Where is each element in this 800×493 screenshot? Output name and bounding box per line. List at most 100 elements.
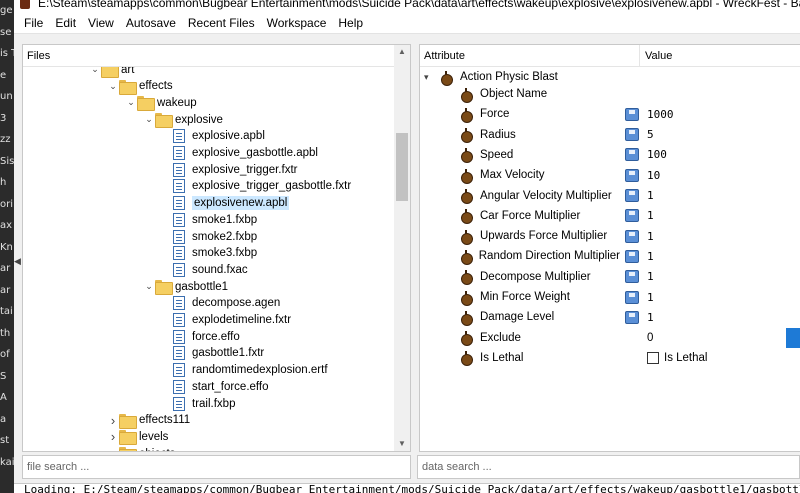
collapse-arrow-icon[interactable]: ◀ [14,256,21,267]
tree-folder-row[interactable]: › objects [23,445,395,451]
attribute-row[interactable]: Exclude 0 [420,327,800,348]
attribute-value[interactable]: 1000 [647,108,674,121]
attribute-value[interactable]: 1 [647,311,654,324]
attribute-row[interactable]: Decompose Multiplier 1 [420,267,800,287]
is-lethal-checkbox[interactable] [647,351,659,364]
file-icon [173,262,185,277]
attribute-row[interactable]: Speed 100 [420,145,800,165]
attribute-row[interactable]: Is Lethal Is Lethal [420,348,800,368]
tree-file-row[interactable]: start_force.effo [23,378,395,395]
scroll-up-arrow-icon[interactable]: ▲ [394,45,410,59]
attribute-row[interactable]: Min Force Weight 1 [420,287,800,307]
scroll-thumb[interactable] [396,133,408,201]
tree-folder-row[interactable]: ⌄ explosive [23,111,395,129]
attribute-value[interactable]: 1 [647,291,654,304]
chevron-down-icon[interactable]: ⌄ [89,67,101,78]
attribute-list: ▾ Action Physic Blast Object Name Force 10… [420,67,800,451]
chevron-down-icon[interactable]: ⌄ [107,78,119,95]
menu-recent-files[interactable]: Recent Files [182,16,261,30]
attribute-row[interactable]: Damage Level 1 [420,307,800,327]
file-search-input[interactable]: file search ... [22,455,411,479]
folder-icon [119,430,137,446]
files-scrollbar[interactable]: ▲ ▼ [394,45,410,451]
chevron-right-icon[interactable]: › [107,412,119,429]
attribute-value[interactable]: 1 [647,250,654,263]
tree-file-row[interactable]: explosivenew.apbl [23,195,395,212]
title-bar[interactable]: E:\Steam\steamapps\common\Bugbear Entert… [14,0,800,12]
tree-file-row[interactable]: smoke1.fxbp [23,211,395,228]
save-icon[interactable] [625,270,639,284]
tree-file-row[interactable]: decompose.agen [23,295,395,312]
tree-file-row[interactable]: explosive.apbl [23,128,395,145]
save-icon[interactable] [625,290,639,304]
menu-bar: File Edit View Autosave Recent Files Workspac… [14,12,800,34]
attribute-row[interactable]: Car Force Multiplier 1 [420,206,800,226]
tree-folder-row[interactable]: ⌄ art [23,67,395,78]
menu-workspace[interactable]: Workspace [261,16,333,30]
save-icon[interactable] [625,209,639,223]
attribute-value[interactable]: 1 [647,270,654,283]
exclude-edit-handle[interactable] [786,327,800,348]
tree-file-row[interactable]: gasbottle1.fxtr [23,345,395,362]
tree-file-row[interactable]: explosive_trigger_gasbottle.fxtr [23,178,395,195]
background-text-fragment: th [0,327,11,339]
tree-file-row[interactable]: force.effo [23,328,395,345]
attribute-value[interactable]: 10 [647,169,660,182]
save-icon[interactable] [625,249,639,263]
tree-file-row[interactable]: explosive_trigger.fxtr [23,161,395,178]
chevron-down-icon[interactable]: ▾ [420,72,434,83]
tree-folder-row[interactable]: ⌄ effects [23,78,395,95]
tree-folder-row[interactable]: ⌄ wakeup [23,94,395,112]
tree-folder-row[interactable]: ⌄ gasbottle1 [23,278,395,296]
save-icon[interactable] [625,189,639,202]
tree-file-row[interactable]: smoke3.fxbp [23,245,395,262]
attribute-value[interactable]: 100 [647,148,667,161]
tree-file-row[interactable]: explosive_gasbottle.apbl [23,145,395,162]
background-text-fragment: tai [0,306,13,317]
menu-autosave[interactable]: Autosave [120,16,182,30]
scroll-down-arrow-icon[interactable]: ▼ [394,437,410,451]
attribute-value[interactable]: 0 [647,332,653,344]
save-icon[interactable] [625,148,639,162]
tree-file-row[interactable]: trail.fxbp [23,395,395,412]
menu-file[interactable]: File [18,16,49,30]
chevron-down-icon[interactable]: ⌄ [143,111,155,128]
attribute-value[interactable]: 1 [647,209,654,222]
attribute-row[interactable]: Max Velocity 10 [420,165,800,185]
save-icon[interactable] [625,310,639,324]
chevron-right-icon[interactable]: › [107,445,119,451]
attribute-value[interactable]: 1 [647,230,654,243]
tree-folder-row[interactable]: › levels [23,428,395,446]
attribute-row[interactable]: Random Direction Multiplier 1 [420,246,800,266]
attribute-value[interactable]: 5 [647,128,654,141]
folder-icon [119,447,137,451]
chevron-right-icon[interactable]: › [107,428,119,445]
file-tree: ⌄ art ⌄ effects ⌄ wakeup ⌄ explosive explosive.a… [23,67,395,451]
menu-view[interactable]: View [82,16,120,30]
attribute-row[interactable]: Upwards Force Multiplier 1 [420,226,800,246]
menu-help[interactable]: Help [332,16,369,30]
tree-file-row[interactable]: randomtimedexplosion.ertf [23,362,395,379]
tree-folder-row[interactable]: › effects111 [23,412,395,429]
save-icon[interactable] [625,107,639,121]
chevron-down-icon[interactable]: ⌄ [125,94,137,111]
attributes-pane: Attribute Value ▾ Action Physic Blast Ob… [419,44,800,452]
data-search-input[interactable]: data search ... [417,455,800,479]
attribute-value[interactable]: 1 [647,189,654,202]
attribute-row[interactable]: Force 1000 [420,104,800,124]
chevron-down-icon[interactable]: ⌄ [143,278,155,295]
file-icon [173,313,185,327]
attribute-row[interactable]: Angular Velocity Multiplier 1 [420,186,800,206]
attribute-column-header[interactable]: Attribute [420,45,640,66]
tree-item-label: start_force.effo [192,380,269,393]
attribute-row[interactable]: Object Name [420,84,800,104]
menu-edit[interactable]: Edit [49,16,82,30]
save-icon[interactable] [625,128,639,142]
attribute-row[interactable]: Radius 5 [420,125,800,145]
save-icon[interactable] [625,229,639,243]
tree-file-row[interactable]: sound.fxac [23,261,395,278]
value-column-header[interactable]: Value [640,50,672,62]
tree-file-row[interactable]: explodetimeline.fxtr [23,312,395,329]
save-icon[interactable] [625,168,639,182]
tree-file-row[interactable]: smoke2.fxbp [23,228,395,245]
